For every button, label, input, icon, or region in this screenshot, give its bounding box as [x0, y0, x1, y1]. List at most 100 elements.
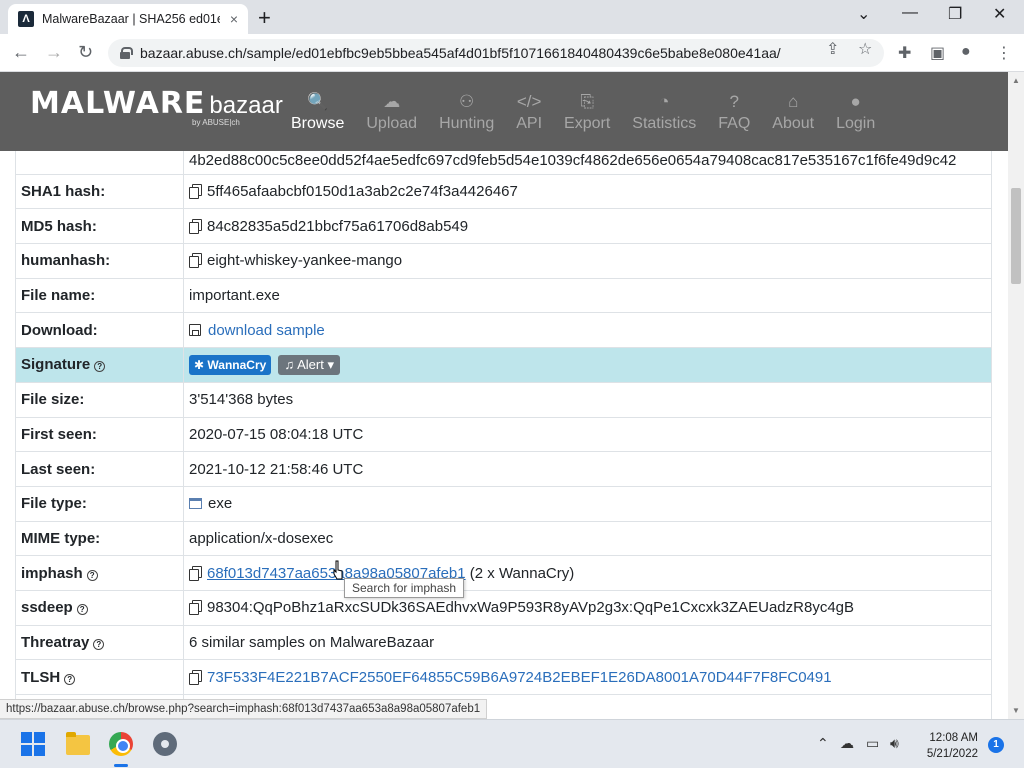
lock-icon[interactable] [120, 47, 133, 59]
sha1-value[interactable]: 5ff465afaabcbf0150d1a3ab2c2e74f3a4426467 [207, 183, 518, 200]
tab-search-dropdown-icon[interactable]: ⌄ [857, 4, 870, 24]
extensions-puzzle-icon[interactable]: ✚ [898, 43, 911, 63]
sha256-value[interactable]: 4b2ed88c00c5c8ee0dd52f4ae5edfc697cd9feb5… [183, 151, 992, 175]
row-value: 98304:QqPoBhz1aRxcSUDk36SAEdhvxWa9P593R8… [183, 589, 992, 626]
user-icon: ● [850, 91, 861, 111]
help-icon[interactable]: ? [76, 604, 88, 616]
signature-badge-label: WannaCry [207, 357, 267, 372]
row-value: 84c82835a5d21bbcf75a61706d8ab549 [183, 208, 992, 245]
table-row-signature: Signature? ✱ WannaCry ♫ Alert ▾ [15, 347, 992, 383]
imphash-label: imphash [21, 564, 83, 582]
alert-dropdown-button[interactable]: ♫ Alert ▾ [278, 354, 340, 375]
nav-browse[interactable]: 🔍 Browse [280, 72, 355, 151]
browser-toolbar: ← → ↻ bazaar.abuse.ch/sample/ed01ebfbc9e… [0, 34, 1024, 72]
help-icon[interactable]: ? [64, 673, 76, 685]
nav-login[interactable]: ● Login [825, 72, 886, 151]
signature-label: Signature [21, 356, 91, 374]
mime-value: application/x-dosexec [183, 520, 992, 557]
nav-about[interactable]: ⌂ About [761, 72, 825, 151]
volume-icon[interactable]: 🔊︎ [890, 735, 899, 752]
table-row: MD5 hash: 84c82835a5d21bbcf75a61706d8ab5… [15, 208, 992, 245]
minimize-button[interactable]: — [902, 4, 918, 22]
caret-down-icon: ▾ [323, 356, 334, 372]
tlsh-link[interactable]: 73F533F4E221B7ACF2550EF64855C59B6A9724B2… [207, 669, 832, 686]
browser-tab-bar: Λ MalwareBazaar | SHA256 ed01eb × + ⌄ — … [0, 0, 1024, 34]
bookmark-star-icon[interactable]: ☆ [858, 39, 872, 59]
nav-hunting[interactable]: ⚇ Hunting [428, 72, 505, 151]
filetype-value: exe [208, 495, 233, 513]
table-row: Last seen: 2021-10-12 21:58:46 UTC [15, 451, 992, 487]
row-value: 73F533F4E221B7ACF2550EF64855C59B6A9724B2… [183, 659, 992, 695]
table-row: TLSH? 73F533F4E221B7ACF2550EF64855C59B6A… [15, 659, 992, 695]
building-icon: ⌂ [788, 91, 799, 111]
row-key: imphash? [15, 555, 184, 591]
notification-badge[interactable]: 1 [988, 737, 1004, 753]
url-text[interactable]: bazaar.abuse.ch/sample/ed01ebfbc9eb5bbea… [140, 45, 781, 61]
forward-button[interactable]: → [45, 42, 63, 63]
ssdeep-value[interactable]: 98304:QqPoBhz1aRxcSUDk36SAEdhvxWa9P593R8… [207, 599, 854, 616]
windows-start-icon[interactable] [21, 732, 45, 756]
signature-badge[interactable]: ✱ WannaCry [189, 354, 272, 375]
scroll-up-arrow-icon[interactable]: ▲ [1012, 76, 1020, 85]
new-tab-button[interactable]: + [258, 5, 271, 31]
copy-icon[interactable] [189, 565, 202, 581]
main-nav: 🔍 Browse ☁ Upload ⚇ Hunting </> API ⎘ Export … [280, 72, 886, 151]
site-header: MALWARE bazaar by ABUSE|ch 🔍 Browse ☁ Uploa… [0, 72, 1008, 151]
close-window-button[interactable]: ✕ [993, 4, 1006, 24]
table-row: File name: important.exe [15, 277, 992, 314]
copy-icon[interactable] [189, 669, 202, 685]
back-button[interactable]: ← [12, 42, 30, 63]
download-sample-link[interactable]: download sample [208, 322, 325, 339]
row-key: TLSH? [15, 659, 184, 695]
malwarebazaar-logo[interactable]: MALWARE bazaar [30, 86, 283, 121]
sample-details: 4b2ed88c00c5c8ee0dd52f4ae5edfc697cd9feb5… [0, 151, 1008, 719]
tab-close-icon[interactable]: × [230, 11, 238, 27]
browser-tab[interactable]: Λ MalwareBazaar | SHA256 ed01eb × [8, 4, 248, 34]
humanhash-value[interactable]: eight-whiskey-yankee-mango [207, 252, 402, 269]
tray-chevron-up-icon[interactable]: ⌃ [817, 735, 829, 752]
copy-icon[interactable] [189, 600, 202, 616]
logo-text-bazaar: bazaar [209, 92, 283, 119]
settings-gear-icon[interactable] [153, 732, 177, 756]
table-row: SHA1 hash: 5ff465afaabcbf0150d1a3ab2c2e7… [15, 173, 992, 210]
nav-label: Statistics [632, 114, 697, 132]
floppy-disk-icon [189, 323, 201, 336]
scroll-down-arrow-icon[interactable]: ▼ [1012, 706, 1020, 715]
share-icon[interactable]: ⇪ [826, 39, 839, 59]
onedrive-cloud-icon[interactable]: ☁ [840, 735, 854, 752]
address-bar[interactable]: bazaar.abuse.ch/sample/ed01ebfbc9eb5bbea… [108, 39, 884, 67]
nav-export[interactable]: ⎘ Export [553, 72, 621, 151]
table-row: Download: download sample [15, 312, 992, 349]
network-icon[interactable]: ▭ [866, 735, 879, 752]
link-status-bar: https://bazaar.abuse.ch/browse.php?searc… [0, 699, 488, 719]
chrome-icon[interactable] [109, 732, 133, 756]
page-scrollbar[interactable]: ▲ ▼ [1008, 72, 1024, 719]
maximize-button[interactable]: ❐ [948, 4, 962, 24]
nav-label: Export [564, 114, 611, 132]
row-key: Signature? [15, 347, 184, 383]
profile-avatar-icon[interactable]: ● [961, 43, 971, 61]
side-panel-icon[interactable]: ▣ [930, 43, 945, 63]
nav-faq[interactable]: ? FAQ [707, 72, 761, 151]
row-key: File name: [15, 277, 184, 314]
reload-button[interactable]: ↻ [78, 42, 93, 63]
copy-icon[interactable] [189, 184, 202, 200]
nav-upload[interactable]: ☁ Upload [355, 72, 428, 151]
help-icon[interactable]: ? [94, 361, 106, 373]
copy-icon[interactable] [189, 218, 202, 234]
table-row: 4b2ed88c00c5c8ee0dd52f4ae5edfc697cd9feb5… [15, 151, 992, 175]
system-clock[interactable]: 12:08 AM 5/21/2022 [920, 730, 978, 762]
md5-value[interactable]: 84c82835a5d21bbcf75a61706d8ab549 [207, 218, 468, 235]
file-explorer-icon[interactable] [66, 732, 90, 755]
row-value: exe [183, 485, 992, 522]
browser-menu-icon[interactable]: ⋮ [996, 43, 1012, 63]
row-key: MD5 hash: [15, 208, 184, 245]
help-icon[interactable]: ? [93, 638, 105, 650]
help-icon[interactable]: ? [86, 569, 98, 581]
copy-icon[interactable] [189, 253, 202, 269]
scrollbar-thumb[interactable] [1011, 188, 1021, 284]
nav-statistics[interactable]: ◔ Statistics [621, 72, 707, 151]
binoculars-icon: ⚇ [459, 91, 475, 111]
row-key: File type: [15, 485, 184, 522]
nav-api[interactable]: </> API [505, 72, 553, 151]
